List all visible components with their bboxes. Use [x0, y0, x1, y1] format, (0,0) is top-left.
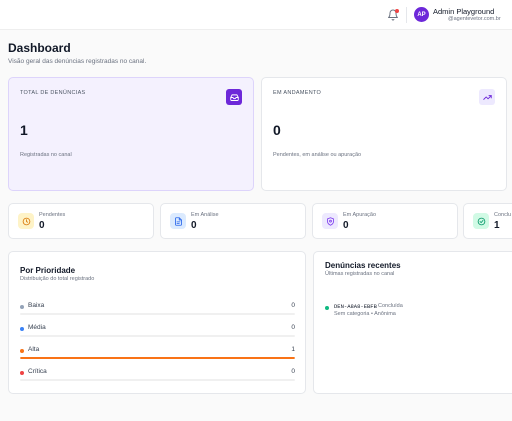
avatar[interactable]: AP [414, 7, 429, 22]
status-value: 1 [494, 220, 500, 231]
card-note: Pendentes, em análise ou apuração [273, 152, 362, 158]
inbox-icon [226, 89, 242, 105]
complaint-code: DEN-A8A8-EBFB [334, 303, 377, 310]
priority-label: Média [28, 324, 46, 331]
priority-row: Média 0 [20, 324, 295, 337]
status-label: Em Apuração [343, 212, 377, 218]
priority-count: 0 [291, 324, 295, 331]
notification-badge [395, 9, 399, 13]
priority-label: Crítica [28, 368, 47, 375]
divider [406, 7, 407, 23]
status-value: 0 [343, 220, 349, 231]
status-card-analysis[interactable]: Em Análise 0 [160, 203, 306, 239]
priority-panel: Por Prioridade Distribuição do total reg… [8, 251, 306, 394]
status-card-pending[interactable]: Pendentes 0 [8, 203, 154, 239]
card-note: Registradas no canal [20, 152, 72, 158]
total-complaints-card: Total de Denúncias 1 Registradas no cana… [8, 77, 254, 191]
in-progress-card: Em Andamento 0 Pendentes, em análise ou … [261, 77, 507, 191]
trending-up-icon [479, 89, 495, 105]
shield-icon [322, 213, 338, 229]
page-title: Dashboard [8, 41, 71, 55]
panel-title: Por Prioridade [20, 266, 76, 275]
card-label: Total de Denúncias [20, 90, 86, 96]
status-label: Pendentes [39, 212, 66, 218]
status-label: Conclu [494, 212, 512, 218]
check-circle-icon [473, 213, 489, 229]
panel-title: Denúncias recentes [325, 261, 401, 270]
priority-dot [20, 371, 24, 375]
priority-dot [20, 305, 24, 309]
priority-row: Baixa 0 [20, 302, 295, 315]
priority-bar [20, 313, 295, 315]
user-name[interactable]: Admin Playground [433, 7, 494, 16]
priority-bar-fill [20, 357, 295, 359]
card-value: 0 [273, 122, 281, 138]
panel-subtitle: Distribuição do total registrado [20, 276, 95, 282]
priority-count: 0 [291, 368, 295, 375]
status-card-investigation[interactable]: Em Apuração 0 [312, 203, 458, 239]
priority-bar [20, 379, 295, 381]
status-card-completed[interactable]: Conclu 1 [463, 203, 512, 239]
priority-row: Crítica 0 [20, 368, 295, 381]
status-label: Em Análise [191, 212, 219, 218]
status-value: 0 [39, 220, 45, 231]
clock-icon [18, 213, 34, 229]
priority-bar [20, 357, 295, 359]
complaint-meta: Sem categoria • Anônima [334, 311, 396, 317]
complaint-status: Concluída [378, 303, 403, 309]
priority-bar [20, 335, 295, 337]
priority-count: 0 [291, 302, 295, 309]
recent-panel: Denúncias recentes Últimas registradas n… [313, 251, 512, 394]
card-value: 1 [20, 122, 28, 138]
status-value: 0 [191, 220, 197, 231]
status-dot [325, 306, 329, 310]
page-subtitle: Visão geral das denúncias registradas no… [8, 58, 147, 65]
priority-label: Alta [28, 346, 40, 353]
document-icon [170, 213, 186, 229]
priority-row: Alta 1 [20, 346, 295, 359]
priority-dot [20, 327, 24, 331]
panel-subtitle: Últimas registradas no canal [325, 271, 395, 277]
user-email: @agentevetor.com.br [448, 16, 501, 22]
priority-label: Baixa [28, 302, 45, 309]
card-label: Em Andamento [273, 90, 322, 96]
priority-count: 1 [291, 346, 295, 353]
priority-dot [20, 349, 24, 353]
top-bar: AP Admin Playground @agentevetor.com.br [0, 0, 512, 30]
